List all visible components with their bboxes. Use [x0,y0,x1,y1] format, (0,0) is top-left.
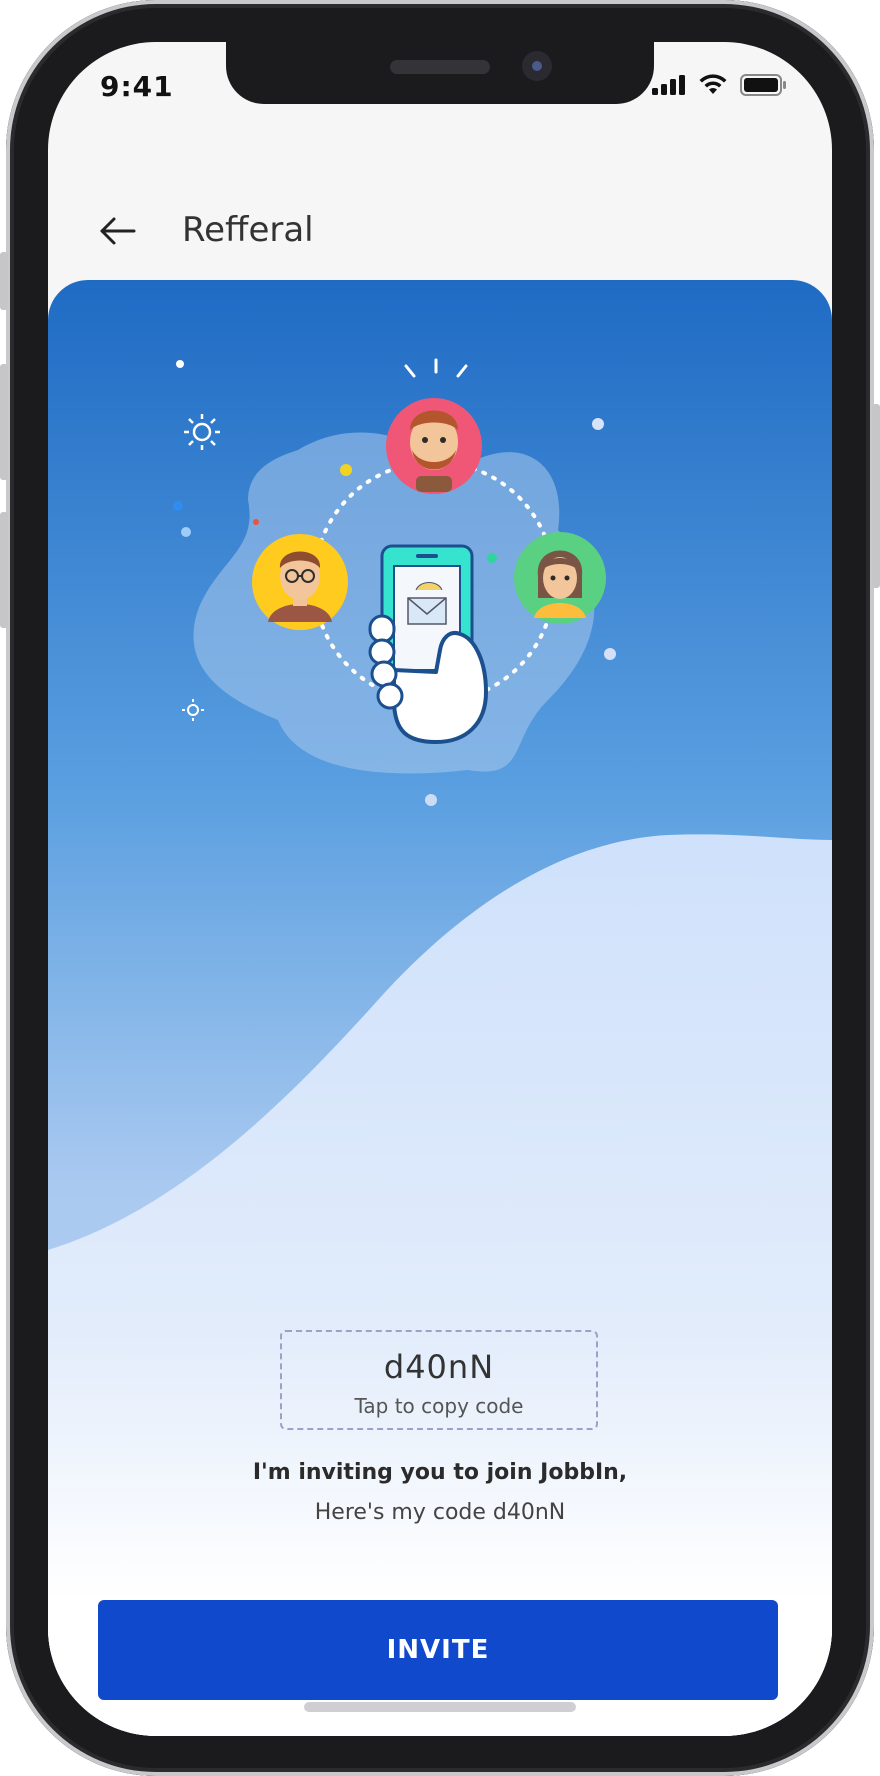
referral-code: d40nN [383,1348,495,1386]
cellular-signal-icon [652,75,685,95]
sun-icon [184,414,220,450]
avatar-woman [514,532,606,624]
invite-button[interactable]: INVITE [98,1600,778,1700]
speaker [390,60,490,74]
referral-content: d40nN Tap to copy code I'm inviting you … [48,280,832,1736]
status-time: 9:41 [100,70,174,103]
sparkle-dot [176,360,184,368]
front-camera [522,51,552,81]
notch [226,42,654,104]
page-title: Refferal [182,210,314,250]
wifi-icon [699,74,727,94]
mute-switch [0,252,8,310]
sun-small-icon [182,699,204,721]
app-header: Refferal [48,122,832,282]
referral-code-box[interactable]: d40nN Tap to copy code [280,1330,598,1430]
volume-up-button [0,364,8,480]
avatar-man-glasses [252,534,348,630]
invite-message-line1: I'm inviting you to join JobbIn, [252,1460,628,1485]
volume-down-button [0,512,8,628]
referral-illustration [173,358,616,806]
screen: 9:41 Refferal d40nN Tap to copy code I'm… [48,42,832,1736]
home-indicator[interactable] [304,1702,576,1712]
avatar-man-beard [386,398,482,494]
invite-message-line2: Here's my code d40nN [314,1500,566,1525]
copy-hint: Tap to copy code [354,1394,524,1418]
status-icons [652,74,788,96]
arrow-left-icon[interactable] [98,214,138,248]
power-button [872,404,880,588]
battery-icon [740,74,786,96]
